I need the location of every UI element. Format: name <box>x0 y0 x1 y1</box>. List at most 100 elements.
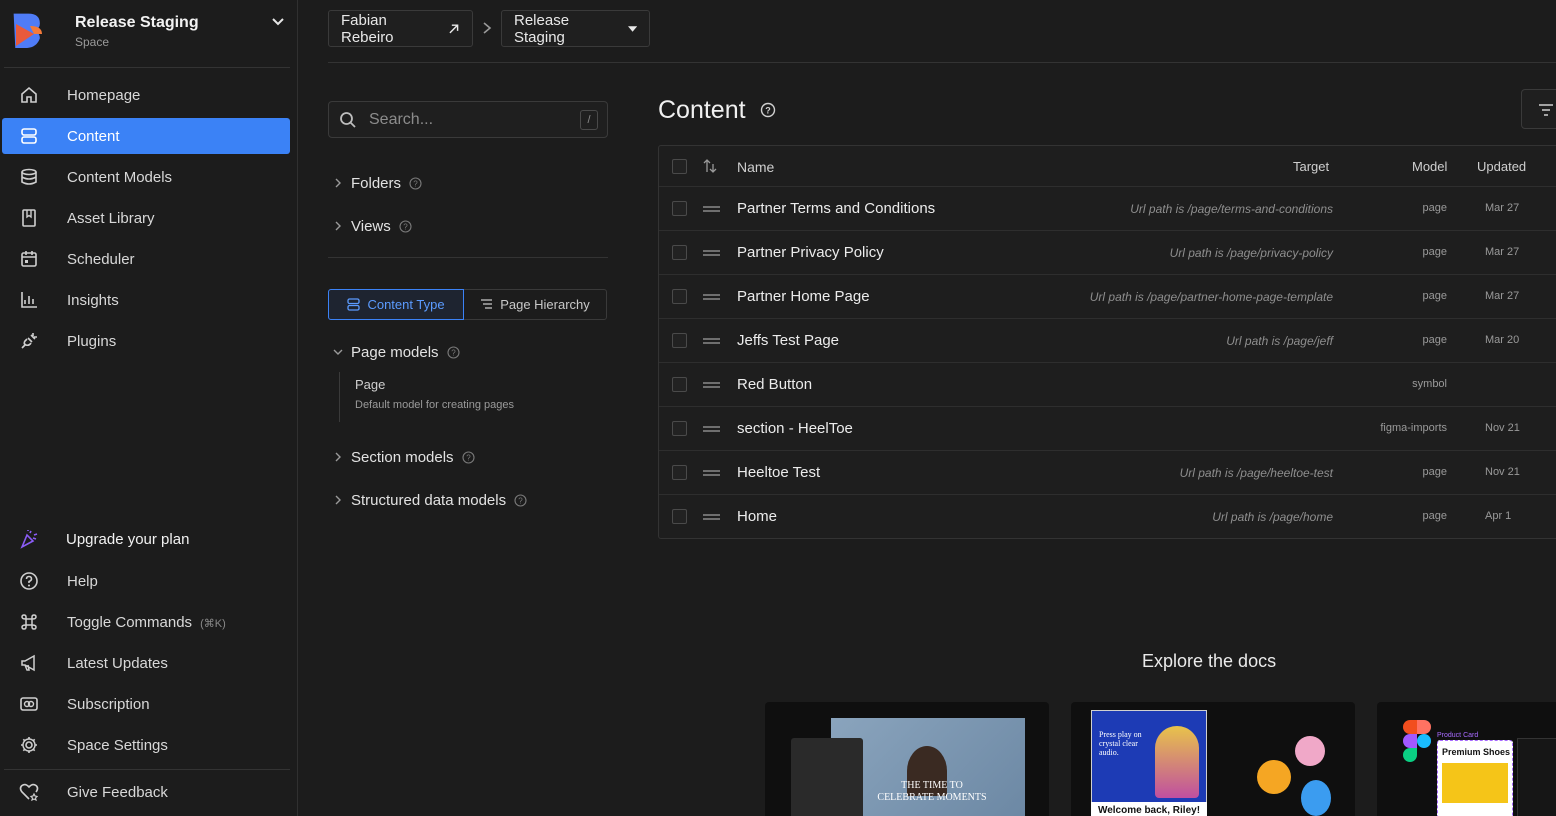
table-row[interactable]: Partner Home Page Url path is /page/partn… <box>659 275 1556 319</box>
row-checkbox[interactable] <box>672 465 687 480</box>
table-row[interactable]: Jeffs Test Page Url path is /page/jeff pag… <box>659 319 1556 363</box>
nav-content[interactable]: Content <box>2 118 290 154</box>
row-name[interactable]: Heeltoe Test <box>737 464 820 481</box>
nav-latest-updates[interactable]: Latest Updates <box>2 645 290 681</box>
docs-card-figma[interactable]: Product Card Premium Shoes <box>1377 702 1556 816</box>
help-circle-icon[interactable]: ? <box>399 219 412 233</box>
tab-content-type-label: Content Type <box>367 297 445 312</box>
page-models-toggle[interactable]: Page models ? <box>332 341 460 363</box>
tab-page-hierarchy-label: Page Hierarchy <box>500 297 590 312</box>
search-input[interactable] <box>369 108 569 132</box>
chevron-right-icon <box>483 22 492 34</box>
model-page-title[interactable]: Page <box>355 377 385 392</box>
views-toggle[interactable]: Views ? <box>332 215 412 237</box>
docs-card-templates[interactable]: Press play on crystal clear audio. Welco… <box>1071 702 1355 816</box>
product-card-graphic: Premium Shoes <box>1437 740 1513 816</box>
drag-handle-icon[interactable] <box>703 426 720 432</box>
help-circle-icon[interactable]: ? <box>409 176 422 190</box>
filter-button[interactable] <box>1521 89 1556 129</box>
nav-insights[interactable]: Insights <box>2 282 290 318</box>
row-checkbox[interactable] <box>672 289 687 304</box>
column-header-model[interactable]: Model <box>1412 159 1447 174</box>
row-checkbox[interactable] <box>672 201 687 216</box>
row-updated: Nov 21 <box>1485 422 1520 434</box>
shortcut-hint: (⌘K) <box>200 618 226 630</box>
row-name[interactable]: Partner Terms and Conditions <box>737 200 935 217</box>
content-search[interactable]: / <box>328 101 608 138</box>
drag-handle-icon[interactable] <box>703 206 720 212</box>
chevron-right-icon <box>335 495 341 505</box>
chevron-right-icon <box>335 221 341 231</box>
drag-handle-icon[interactable] <box>703 382 720 388</box>
nav-label: Content <box>67 128 120 145</box>
row-name[interactable]: Red Button <box>737 376 812 393</box>
column-header-updated[interactable]: Updated <box>1477 159 1526 174</box>
nav-asset-library[interactable]: Asset Library <box>2 200 290 236</box>
megaphone-icon <box>21 654 35 672</box>
table-row[interactable]: Heeltoe Test Url path is /page/heeltoe-te… <box>659 451 1556 495</box>
breadcrumb-space-dropdown[interactable]: Release Staging <box>501 10 650 47</box>
row-name[interactable]: Home <box>737 508 777 525</box>
table-row[interactable]: Partner Terms and Conditions Url path is … <box>659 187 1556 231</box>
nav-scheduler[interactable]: Scheduler <box>2 241 290 277</box>
row-checkbox[interactable] <box>672 421 687 436</box>
select-all-checkbox[interactable] <box>672 159 687 174</box>
nav-give-feedback[interactable]: Give Feedback <box>2 774 290 810</box>
sidebar: Release Staging Space Homepage Content C… <box>0 0 298 816</box>
row-name[interactable]: section - HeelToe <box>737 420 853 437</box>
column-header-name[interactable]: Name <box>737 159 774 175</box>
nav-help[interactable]: Help <box>2 563 290 599</box>
nav-subscription[interactable]: Subscription <box>2 686 290 722</box>
drag-handle-icon[interactable] <box>703 338 720 344</box>
nav-space-settings[interactable]: Space Settings <box>2 727 290 763</box>
nav-plugins[interactable]: Plugins <box>2 323 290 359</box>
help-circle-icon <box>20 572 38 590</box>
row-name[interactable]: Partner Home Page <box>737 288 870 305</box>
folders-label: Folders <box>351 174 402 192</box>
nav-homepage[interactable]: Homepage <box>2 77 290 113</box>
table-row[interactable]: Home Url path is /page/home page Apr 1 <box>659 495 1556 539</box>
help-circle-icon[interactable]: ? <box>760 102 776 118</box>
row-checkbox[interactable] <box>672 245 687 260</box>
help-circle-icon[interactable]: ? <box>462 450 475 464</box>
table-row[interactable]: Red Button symbol <box>659 363 1556 407</box>
drag-handle-icon[interactable] <box>703 514 720 520</box>
builder-logo-icon <box>13 13 42 48</box>
docs-card-visual-editor[interactable]: THE TIME TO CELEBRATE MOMENTS <box>765 702 1049 816</box>
nav-toggle-commands[interactable]: Toggle Commands (⌘K) <box>2 604 290 640</box>
row-checkbox[interactable] <box>672 509 687 524</box>
row-updated: Mar 27 <box>1485 202 1520 214</box>
nav-content-models[interactable]: Content Models <box>2 159 290 195</box>
space-switcher[interactable]: Release Staging Space <box>0 0 298 68</box>
help-circle-icon[interactable]: ? <box>447 345 460 359</box>
breadcrumb-org-button[interactable]: Fabian Rebeiro <box>328 10 473 47</box>
row-checkbox[interactable] <box>672 333 687 348</box>
row-name[interactable]: Partner Privacy Policy <box>737 244 884 261</box>
table-row[interactable]: Partner Privacy Policy Url path is /page/… <box>659 231 1556 275</box>
structured-models-toggle[interactable]: Structured data models ? <box>332 489 527 511</box>
row-checkbox[interactable] <box>672 377 687 392</box>
svg-text:?: ? <box>765 106 771 116</box>
book-icon <box>22 209 36 227</box>
help-circle-icon[interactable]: ? <box>514 493 527 507</box>
calendar-icon <box>21 251 37 267</box>
folders-toggle[interactable]: Folders ? <box>332 172 422 194</box>
tab-content-type[interactable]: Content Type <box>328 289 464 320</box>
row-updated: Mar 20 <box>1485 334 1520 346</box>
drag-handle-icon[interactable] <box>703 250 720 256</box>
section-models-toggle[interactable]: Section models ? <box>332 446 475 468</box>
space-name: Release Staging <box>75 14 199 31</box>
row-name[interactable]: Jeffs Test Page <box>737 332 839 349</box>
chevron-down-icon[interactable] <box>270 14 286 30</box>
table-row[interactable]: section - HeelToe figma-imports Nov 21 <box>659 407 1556 451</box>
drag-handle-icon[interactable] <box>703 470 720 476</box>
column-header-target[interactable]: Target <box>1293 159 1329 174</box>
editor-panel-graphic <box>791 738 863 816</box>
sort-icon[interactable] <box>703 158 717 174</box>
upgrade-plan-link[interactable]: Upgrade your plan <box>2 521 290 557</box>
tab-page-hierarchy[interactable]: Page Hierarchy <box>464 290 606 319</box>
row-model: figma-imports <box>1380 422 1447 434</box>
gear-icon <box>21 737 37 753</box>
chart-icon <box>21 292 37 308</box>
drag-handle-icon[interactable] <box>703 294 720 300</box>
